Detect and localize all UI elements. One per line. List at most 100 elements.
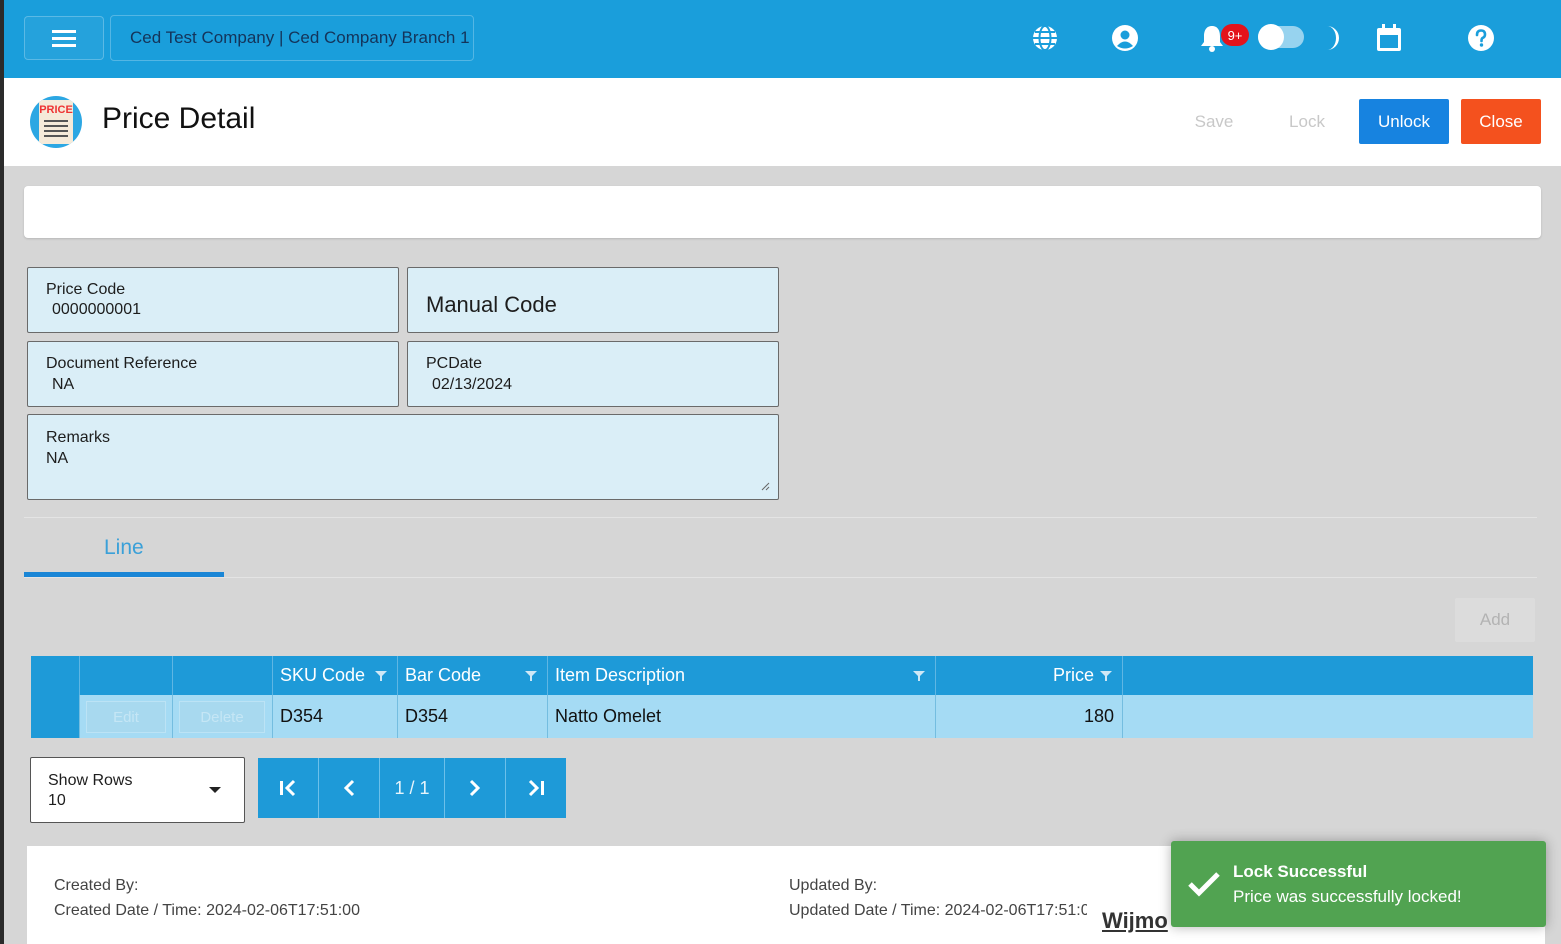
info-panel <box>24 186 1541 238</box>
manual-code-field[interactable]: Manual Code <box>407 267 779 333</box>
created-date: Created Date / Time: 2024-02-06T17:51:00 <box>54 902 360 919</box>
next-page-button[interactable] <box>445 758 506 818</box>
document-reference-field[interactable]: Document Reference NA <box>27 341 399 407</box>
tab-divider <box>24 577 1537 578</box>
delete-button[interactable]: Delete <box>179 701 265 733</box>
moon-icon <box>1327 26 1339 50</box>
help-button[interactable] <box>1465 22 1497 54</box>
chevron-right-icon <box>469 779 481 797</box>
menu-button[interactable] <box>24 16 104 60</box>
theme-indicator <box>1315 22 1347 54</box>
header-bar-code-label: Bar Code <box>405 665 482 685</box>
header-cell-edit <box>80 656 173 695</box>
document-reference-value: NA <box>52 376 75 393</box>
header-sku-code[interactable]: SKU Code <box>273 656 398 695</box>
resize-handle-icon[interactable] <box>760 481 770 491</box>
close-button[interactable]: Close <box>1461 99 1541 144</box>
header-price-label: Price <box>1052 665 1094 685</box>
profile-button[interactable] <box>1109 22 1141 54</box>
notification-badge: 9+ <box>1221 24 1249 46</box>
price-logo: PRICE <box>30 96 82 148</box>
save-button[interactable]: Save <box>1174 99 1254 144</box>
toggle-knob <box>1258 24 1284 50</box>
company-selector[interactable]: Ced Test Company | Ced Company Branch 1 <box>110 15 474 61</box>
header-price[interactable]: Price <box>936 656 1123 695</box>
success-toast[interactable]: Lock Successful Price was successfully l… <box>1171 841 1546 927</box>
header-sku-code-label: SKU Code <box>280 665 366 685</box>
document-reference-label: Document Reference <box>46 355 198 372</box>
dark-mode-toggle[interactable] <box>1258 24 1304 50</box>
last-page-icon <box>528 779 544 797</box>
header-cell-delete <box>173 656 273 695</box>
cell-sku-code[interactable]: D354 <box>273 695 398 738</box>
manual-code-label: Manual Code <box>426 292 557 317</box>
table-row[interactable]: Edit Delete D354 D354 Natto Omelet 180 <box>31 695 1533 738</box>
tab-line[interactable]: Line <box>104 536 144 560</box>
language-button[interactable] <box>1029 22 1061 54</box>
pc-date-label: PCDate <box>426 355 483 372</box>
first-page-icon <box>280 779 296 797</box>
price-code-label: Price Code <box>46 281 126 298</box>
help-icon <box>1468 25 1494 51</box>
show-rows-select[interactable]: Show Rows 10 <box>30 757 245 823</box>
price-value: 180 <box>1083 706 1114 726</box>
created-by: Created By: <box>54 877 139 894</box>
bar-code-value: D354 <box>405 706 449 726</box>
price-code-value: 0000000001 <box>52 301 141 318</box>
page-header: PRICE Price Detail Save Lock Unlock Clos… <box>4 78 1561 166</box>
add-line-button[interactable]: Add <box>1455 598 1535 642</box>
price-logo-text: PRICE <box>39 104 73 116</box>
item-description-value: Natto Omelet <box>555 706 662 726</box>
last-page-button[interactable] <box>506 758 566 818</box>
header-cell-select <box>31 656 80 695</box>
company-name: Ced Test Company | Ced Company Branch 1 <box>130 28 470 47</box>
pagination: 1 / 1 <box>258 758 566 818</box>
menu-icon <box>52 30 76 47</box>
check-icon <box>1188 872 1220 897</box>
filter-icon[interactable] <box>375 670 387 682</box>
pc-date-field[interactable]: PCDate 02/13/2024 <box>407 341 779 407</box>
remarks-field[interactable]: Remarks NA <box>27 414 779 500</box>
edit-button[interactable]: Edit <box>86 701 166 733</box>
price-code-field[interactable]: Price Code 0000000001 <box>27 267 399 333</box>
remarks-label: Remarks <box>46 429 111 446</box>
filter-icon[interactable] <box>1100 670 1112 682</box>
cell-edit: Edit <box>80 695 173 738</box>
updated-date: Updated Date / Time: 2024-02-06T17:51:00 <box>789 902 1099 919</box>
page-title: Price Detail <box>102 102 256 135</box>
cell-item-description[interactable]: Natto Omelet <box>548 695 936 738</box>
section-divider <box>24 517 1537 518</box>
filter-icon[interactable] <box>913 670 925 682</box>
toast-title: Lock Successful <box>1233 862 1368 881</box>
show-rows-label: Show Rows <box>48 772 133 789</box>
first-page-button[interactable] <box>258 758 319 818</box>
user-circle-icon <box>1112 25 1138 51</box>
row-selector[interactable] <box>31 695 80 738</box>
chevron-left-icon <box>343 779 355 797</box>
lock-button[interactable]: Lock <box>1267 99 1347 144</box>
sku-code-value: D354 <box>280 706 324 726</box>
globe-icon <box>1033 25 1057 51</box>
toast-message: Price was successfully locked! <box>1233 887 1462 906</box>
grid-header: SKU Code Bar Code Item Description Price <box>31 656 1533 695</box>
chevron-down-icon <box>209 787 221 793</box>
page-indicator: 1 / 1 <box>380 758 445 818</box>
header-item-description-label: Item Description <box>555 665 686 685</box>
cell-delete: Delete <box>173 695 273 738</box>
previous-page-button[interactable] <box>319 758 380 818</box>
cell-bar-code[interactable]: D354 <box>398 695 548 738</box>
updated-by: Updated By: <box>789 877 878 894</box>
filter-icon[interactable] <box>525 670 537 682</box>
header-item-description[interactable]: Item Description <box>548 656 936 695</box>
active-tab-indicator <box>24 572 224 577</box>
top-navbar: Ced Test Company | Ced Company Branch 1 … <box>4 0 1561 78</box>
header-bar-code[interactable]: Bar Code <box>398 656 548 695</box>
remarks-value: NA <box>46 450 69 467</box>
unlock-button[interactable]: Unlock <box>1359 99 1449 144</box>
line-grid: SKU Code Bar Code Item Description Price… <box>31 656 1533 738</box>
window-edge <box>0 0 4 944</box>
cell-price[interactable]: 180 <box>936 695 1123 738</box>
calendar-button[interactable] <box>1373 22 1405 54</box>
pc-date-value: 02/13/2024 <box>432 376 513 393</box>
calendar-icon <box>1377 24 1401 51</box>
